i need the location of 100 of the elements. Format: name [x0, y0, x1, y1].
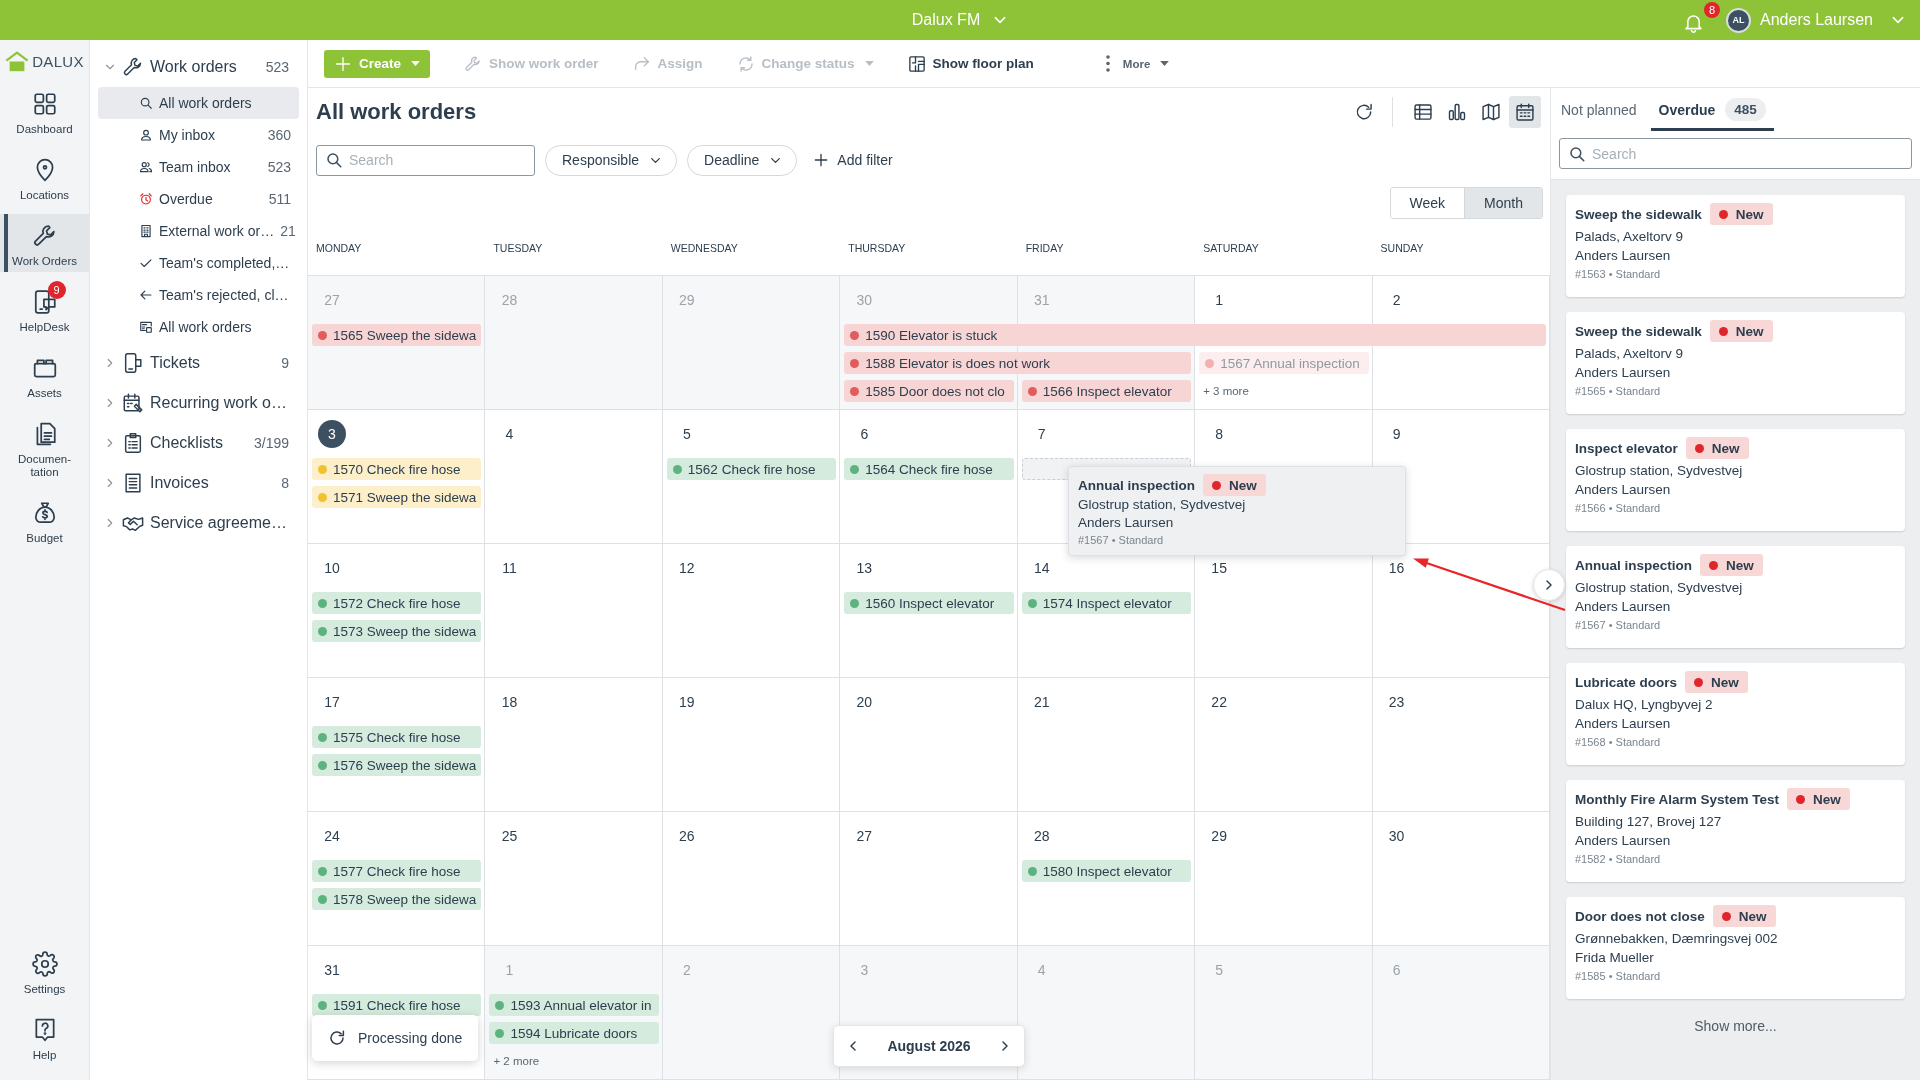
nav-item[interactable]: Settings	[0, 942, 89, 1000]
user-menu[interactable]: AL Anders Laursen	[1726, 7, 1906, 33]
filter-dropdown[interactable]: Deadline	[687, 144, 798, 176]
card-meta: #1568 • Standard	[1575, 736, 1662, 748]
search-field[interactable]: Search	[1559, 138, 1912, 169]
nav-item[interactable]: Work Orders	[0, 214, 89, 272]
more-button[interactable]: More	[1097, 55, 1170, 72]
date-number: 27	[855, 827, 874, 846]
event-chip[interactable]: 1571 Sweep the sidewa	[312, 486, 482, 508]
status-dot-icon	[1718, 209, 1728, 219]
search-field[interactable]: Search	[316, 144, 535, 176]
card-title: Sweep the sidewalk	[1575, 323, 1702, 339]
event-chip[interactable]: 1562 Check fire hose	[666, 458, 837, 480]
tree-group-item[interactable]: Service agreeme…	[98, 503, 299, 543]
status-dot-icon	[1212, 480, 1221, 490]
date-number: 9	[1391, 425, 1402, 444]
date-number: 6	[859, 425, 870, 444]
event-chip[interactable]: 1570 Check fire hose	[312, 458, 482, 480]
tree-group-item[interactable]: Recurring work o…	[98, 383, 299, 423]
dashboard-icon	[31, 91, 58, 117]
list-view-icon	[1413, 101, 1433, 122]
tree-item[interactable]: External work or… 21	[98, 215, 299, 247]
card-assignee: Anders Laursen	[1575, 481, 1672, 499]
event-chip[interactable]: 1578 Sweep the sidewa	[312, 888, 482, 910]
work-order-card[interactable]: Sweep the sidewalk New Palads, Axeltorv 9 Anders Laursen #1565 • Standard	[1566, 312, 1905, 414]
event-chip[interactable]: 1566 Inspect elevator	[1021, 380, 1192, 402]
date-number: 30	[855, 291, 874, 310]
add-filter-button[interactable]: Add filter	[813, 152, 893, 168]
event-chip[interactable]: 1593 Annual elevator in	[489, 994, 659, 1016]
work-order-card[interactable]: Lubricate doors New Dalux HQ, Lyngbyvej 2 Anders Laursen #1568 • Standard	[1566, 663, 1905, 765]
event-chip[interactable]: 1564 Check fire hose	[844, 458, 1014, 480]
tree-item[interactable]: Team's rejected, cl…	[98, 279, 299, 311]
tree-item[interactable]: Team's completed,…	[98, 247, 299, 279]
more-icon	[1105, 55, 1110, 72]
date-number: 16	[1387, 559, 1406, 578]
event-chip[interactable]: 1574 Inspect elevator	[1021, 592, 1192, 614]
panel-tab[interactable]: Not planned	[1553, 88, 1645, 131]
card-assignee: Anders Laursen	[1575, 247, 1672, 265]
date-number: 5	[681, 425, 692, 444]
date-number: 1	[1214, 291, 1225, 310]
work-order-card[interactable]: Inspect elevator New Glostrup station, Sydvestvej Anders Laursen #1566 • Standard	[1566, 429, 1905, 531]
range-tab[interactable]: Month	[1464, 187, 1542, 218]
nav-item[interactable]: 9 HelpDesk	[0, 280, 89, 338]
event-chip[interactable]: 1591 Check fire hose	[312, 994, 482, 1016]
tree-item[interactable]: My inbox 360	[98, 119, 299, 151]
more-events-link[interactable]: + 3 more	[1195, 385, 1249, 397]
dragged-work-order-card[interactable]: Annual inspection New Glostrup station, Sydvestvej Anders Laursen #1567 • Standard	[1068, 466, 1406, 556]
nav-item[interactable]: Dashboard	[0, 82, 89, 140]
panel-tab[interactable]: Overdue 485	[1650, 88, 1774, 131]
event-chip[interactable]: 1580 Inspect elevator	[1021, 860, 1192, 882]
date-number: 24	[323, 827, 341, 846]
status-dot-icon	[1694, 443, 1704, 453]
calendar-view-button[interactable]	[1509, 95, 1541, 128]
card-location: Palads, Axeltorv 9	[1575, 345, 1685, 363]
count-badge: 485	[1725, 98, 1766, 121]
tree-group-item[interactable]: Invoices 8	[98, 463, 299, 503]
show-floor-plan-button[interactable]: Show floor plan	[907, 54, 1034, 73]
event-chip[interactable]: 1594 Lubricate doors	[489, 1022, 659, 1044]
work-order-card[interactable]: Door does not close New Grønnebakken, Dæmringsvej 002 Frida Mueller #1585 • Standard	[1566, 897, 1905, 999]
event-chip[interactable]: 1573 Sweep the sidewa	[312, 620, 482, 642]
event-chip[interactable]: 1560 Inspect elevator	[844, 592, 1014, 614]
date-number: 25	[500, 827, 519, 846]
tree-item[interactable]: All work orders	[98, 311, 299, 343]
event-chip[interactable]: 1565 Sweep the sidewa	[312, 324, 482, 346]
tree-group-item[interactable]: Checklists 3/199	[98, 423, 299, 463]
month-label: August 2026	[887, 1038, 971, 1054]
event-chip[interactable]: 1590 Elevator is stuck	[844, 324, 1546, 346]
work-order-card[interactable]: Annual inspection New Glostrup station, Sydvestvej Anders Laursen #1567 • Standard	[1566, 546, 1905, 648]
search-icon	[325, 151, 343, 169]
tree-item[interactable]: Team inbox 523	[98, 151, 299, 183]
nav-item[interactable]: Locations	[0, 148, 89, 206]
card-meta: #1566 • Standard	[1575, 502, 1662, 514]
bell-icon	[1683, 12, 1705, 33]
date-number: 18	[500, 693, 519, 712]
redo-arrow-icon	[632, 54, 651, 73]
tree-group-item[interactable]: Work orders 523	[98, 47, 299, 87]
nav-item[interactable]: Help	[0, 1008, 89, 1066]
more-events-link[interactable]: + 2 more	[485, 1055, 540, 1067]
nav-item[interactable]: Assets	[0, 346, 89, 404]
work-order-card[interactable]: Monthly Fire Alarm System Test New Building 127, Brovej 127 Anders Laursen #1582 • Standard	[1566, 780, 1905, 882]
event-chip[interactable]: 1572 Check fire hose	[312, 592, 482, 614]
card-assignee: Anders Laursen	[1575, 364, 1672, 382]
tree-item[interactable]: All work orders	[98, 87, 299, 119]
filter-dropdown[interactable]: Responsible	[545, 144, 678, 176]
event-chip[interactable]: 1588 Elevator is does not work	[844, 352, 1192, 374]
plus-icon	[813, 152, 830, 168]
event-chip[interactable]: 1575 Check fire hose	[312, 726, 482, 748]
tree-item[interactable]: Overdue 511	[98, 183, 299, 215]
event-chip[interactable]: 1577 Check fire hose	[312, 860, 482, 882]
card-location: Palads, Axeltorv 9	[1575, 228, 1685, 246]
tree-group-item[interactable]: Tickets 9	[98, 343, 299, 383]
event-chip[interactable]: 1576 Sweep the sidewa	[312, 754, 482, 776]
notification-badge: 8	[1704, 2, 1721, 18]
event-chip[interactable]: 1585 Door does not clo	[844, 380, 1014, 402]
work-order-card[interactable]: Sweep the sidewalk New Palads, Axeltorv 9 Anders Laursen #1563 • Standard	[1566, 195, 1905, 297]
nav-item[interactable]: Budget	[0, 491, 89, 549]
date-number: 5	[1214, 961, 1225, 980]
nav-item[interactable]: Documen-tation	[0, 412, 89, 483]
status-label: New	[1735, 323, 1764, 339]
show-more-link[interactable]: Show more...	[1694, 1018, 1777, 1034]
